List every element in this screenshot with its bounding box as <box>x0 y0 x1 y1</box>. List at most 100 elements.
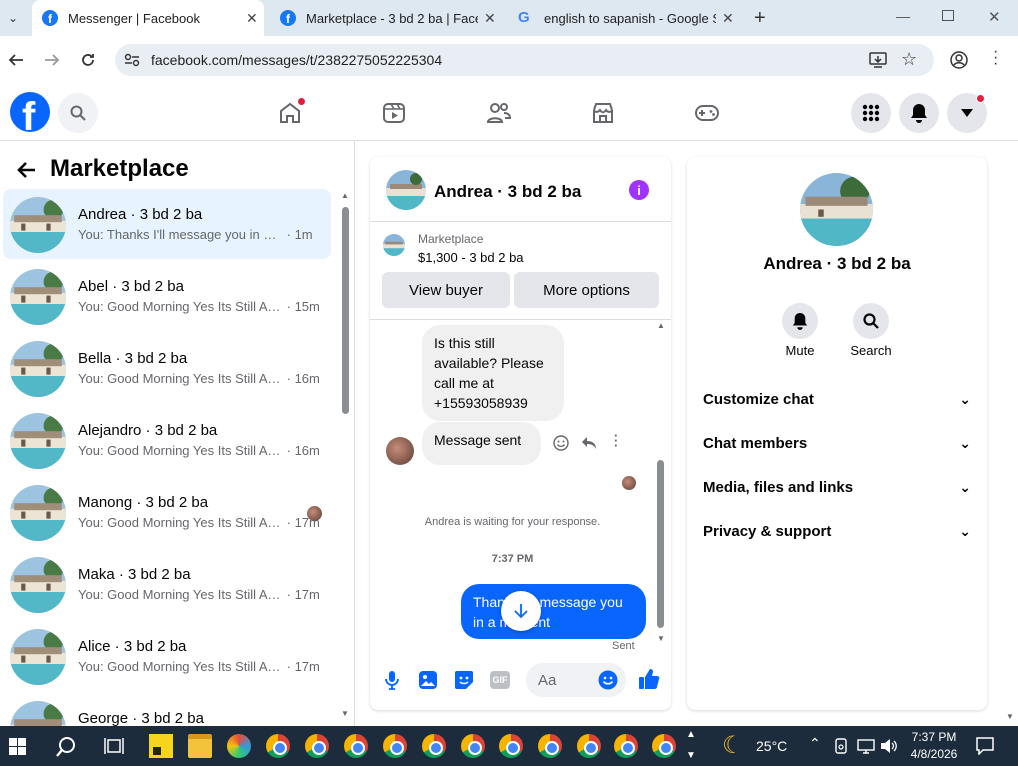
gif-icon[interactable]: GIF <box>490 671 510 689</box>
search-conversation-button[interactable] <box>853 303 889 339</box>
chat-title[interactable]: Andrea · 3 bd 2 ba <box>434 182 581 202</box>
task-view-icon[interactable] <box>104 737 124 755</box>
volume-icon[interactable] <box>880 738 898 754</box>
close-window-icon[interactable]: ✕ <box>988 8 1001 26</box>
conversation-item[interactable]: Maka · 3 bd 2 ba You: Good Morning Yes It… <box>3 549 331 619</box>
gaming-icon[interactable] <box>694 103 720 123</box>
browser-menu-icon[interactable]: · · · <box>993 44 998 72</box>
taskbar-clock[interactable]: 7:37 PM 4/8/2026 <box>906 729 962 763</box>
search-icon <box>863 313 879 329</box>
restore-window-icon[interactable] <box>942 10 954 21</box>
reply-icon[interactable] <box>581 435 597 451</box>
site-info-icon[interactable] <box>124 53 140 67</box>
chrome-taskbar-icon[interactable] <box>538 734 562 758</box>
chat-scrollbar-thumb[interactable] <box>657 460 664 628</box>
chrome-taskbar-icon[interactable] <box>499 734 523 758</box>
friends-icon[interactable] <box>486 101 512 125</box>
chat-avatar[interactable] <box>386 170 426 210</box>
react-emoji-icon[interactable] <box>553 435 569 451</box>
close-tab-icon[interactable]: ✕ <box>722 10 734 27</box>
mute-button[interactable] <box>782 303 818 339</box>
profile-icon[interactable] <box>950 51 968 69</box>
more-actions-icon[interactable]: · · · <box>614 429 618 452</box>
search-icon[interactable] <box>58 93 98 133</box>
install-app-icon[interactable] <box>869 52 887 68</box>
microphone-icon[interactable] <box>385 670 399 690</box>
conversation-item[interactable]: Manong · 3 bd 2 ba You: Good Morning Yes … <box>3 477 331 547</box>
photo-icon[interactable] <box>418 670 438 690</box>
listing-thumb[interactable] <box>383 234 405 256</box>
conversation-item[interactable]: Bella · 3 bd 2 ba You: Good Morning Yes I… <box>3 333 331 403</box>
scroll-down-arrow-icon[interactable]: ▼ <box>341 709 349 718</box>
media-files-links-item[interactable]: Media, files and links ⌄ <box>703 475 971 499</box>
page-scroll-down-arrow-icon[interactable]: ▼ <box>1006 712 1014 721</box>
network-icon[interactable] <box>857 738 875 754</box>
profile-avatar[interactable] <box>800 173 873 246</box>
message-input[interactable]: Aa <box>526 663 626 697</box>
chrome-taskbar-icon[interactable] <box>614 734 638 758</box>
bookmark-star-icon[interactable]: ☆ <box>901 49 917 70</box>
view-buyer-button[interactable]: View buyer <box>382 272 510 308</box>
emoji-icon[interactable] <box>598 670 618 690</box>
tab-google[interactable]: G english to sapanish - Google Se ✕ <box>508 0 740 36</box>
taskbar-scroll-down-icon[interactable]: ▼ <box>686 750 696 761</box>
tray-chevron-up-icon[interactable]: ⌃ <box>809 735 821 752</box>
menu-grid-icon[interactable] <box>851 93 891 133</box>
conversation-item[interactable]: Alice · 3 bd 2 ba You: Good Morning Yes I… <box>3 621 331 691</box>
file-explorer-icon[interactable] <box>188 734 212 758</box>
message-sent-bubble[interactable]: Message sent <box>422 422 541 465</box>
paint-icon[interactable] <box>227 734 251 758</box>
chrome-taskbar-icon[interactable] <box>344 734 368 758</box>
scrollbar-thumb[interactable] <box>342 207 349 414</box>
minimize-window-icon[interactable]: — <box>896 8 910 24</box>
conversation-item[interactable]: Alejandro · 3 bd 2 ba You: Good Morning Y… <box>3 405 331 475</box>
chrome-taskbar-icon[interactable] <box>577 734 601 758</box>
tray-device-icon[interactable] <box>834 738 848 754</box>
scroll-up-arrow-icon[interactable]: ▲ <box>341 191 349 200</box>
tab-messenger[interactable]: f Messenger | Facebook ✕ <box>32 0 264 36</box>
tab-search-chevron-icon[interactable]: ⌄ <box>8 11 18 25</box>
scroll-up-arrow-icon[interactable]: ▲ <box>657 321 665 330</box>
sticky-notes-icon[interactable] <box>149 734 173 758</box>
chat-members-item[interactable]: Chat members ⌄ <box>703 431 971 455</box>
conversation-item[interactable]: Abel · 3 bd 2 ba You: Good Morning Yes It… <box>3 261 331 331</box>
back-arrow-icon[interactable] <box>16 161 36 179</box>
scroll-to-bottom-button[interactable] <box>501 591 541 631</box>
more-options-button[interactable]: More options <box>514 272 659 308</box>
sender-avatar[interactable] <box>386 437 414 465</box>
tab-marketplace[interactable]: f Marketplace - 3 bd 2 ba | Faceb ✕ <box>270 0 502 36</box>
close-tab-icon[interactable]: ✕ <box>246 10 258 27</box>
chrome-taskbar-icon[interactable] <box>422 734 446 758</box>
customize-chat-item[interactable]: Customize chat ⌄ <box>703 387 971 411</box>
chrome-taskbar-icon[interactable] <box>383 734 407 758</box>
conversation-item[interactable]: George · 3 bd 2 ba <box>3 693 331 726</box>
video-icon[interactable] <box>382 101 406 125</box>
close-tab-icon[interactable]: ✕ <box>484 10 496 27</box>
back-arrow-icon[interactable] <box>8 52 24 68</box>
facebook-logo-icon[interactable]: f <box>10 92 50 132</box>
marketplace-icon[interactable] <box>591 101 615 125</box>
taskbar-search-icon[interactable] <box>55 736 77 758</box>
forward-arrow-icon[interactable] <box>44 52 60 68</box>
windows-start-icon[interactable] <box>9 738 26 755</box>
scrollbar-track[interactable]: ▲ ▼ <box>340 191 350 721</box>
thumbs-up-icon[interactable] <box>638 668 660 690</box>
address-bar[interactable]: facebook.com/messages/t/2382275052225304… <box>115 44 934 76</box>
incoming-message-bubble[interactable]: Is this still available? Please call me … <box>422 325 564 421</box>
sticker-icon[interactable] <box>454 670 474 690</box>
reload-icon[interactable] <box>80 52 96 68</box>
info-icon[interactable]: i <box>629 180 649 200</box>
outgoing-message-bubble[interactable]: Thanks I'll message you in a moment <box>461 584 646 639</box>
taskbar-scroll-up-icon[interactable]: ▲ <box>686 729 696 740</box>
chrome-taskbar-icon[interactable] <box>266 734 290 758</box>
conversation-item[interactable]: Andrea · 3 bd 2 ba You: Thanks I'll messa… <box>3 189 331 259</box>
new-tab-icon[interactable]: + <box>754 7 766 30</box>
chrome-taskbar-icon[interactable] <box>652 734 676 758</box>
scroll-down-arrow-icon[interactable]: ▼ <box>657 634 665 643</box>
weather-temperature[interactable]: 25°C <box>756 738 787 754</box>
notification-center-icon[interactable] <box>976 737 994 755</box>
chrome-taskbar-icon[interactable] <box>461 734 485 758</box>
notifications-bell-icon[interactable] <box>899 93 939 133</box>
privacy-support-item[interactable]: Privacy & support ⌄ <box>703 519 971 543</box>
chrome-taskbar-icon[interactable] <box>305 734 329 758</box>
